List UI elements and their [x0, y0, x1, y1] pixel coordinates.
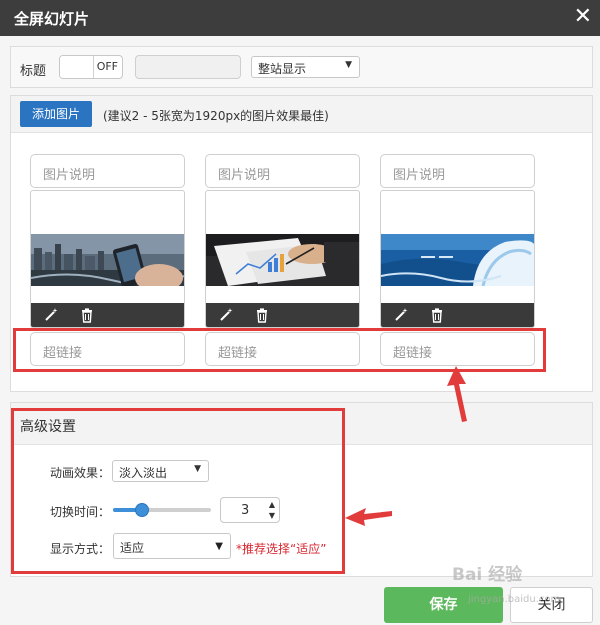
- image-card-toolbar: [206, 303, 359, 327]
- display-scope-value: 整站显示: [258, 62, 307, 76]
- close-icon[interactable]: ✕: [574, 4, 592, 30]
- dialog-title: 全屏幻灯片: [14, 10, 90, 28]
- caption-input-1[interactable]: 图片说明: [30, 154, 185, 188]
- trash-icon[interactable]: [79, 307, 95, 323]
- image-card-toolbar: [381, 303, 534, 327]
- caption-input-2[interactable]: 图片说明: [205, 154, 360, 188]
- close-button[interactable]: 关闭: [510, 587, 593, 623]
- title-settings-row: 标题 OFF 整站显示 ▼: [10, 46, 593, 88]
- trash-icon[interactable]: [254, 307, 270, 323]
- caption-placeholder: 图片说明: [43, 168, 96, 183]
- highlight-box-advanced: [11, 408, 345, 574]
- image-thumbnail-documents[interactable]: [206, 234, 359, 286]
- highlight-box-links: [13, 328, 546, 372]
- image-card-2: [205, 190, 360, 328]
- add-image-button[interactable]: 添加图片: [20, 101, 92, 127]
- toggle-knob: [60, 56, 94, 78]
- magic-wand-icon[interactable]: [43, 307, 59, 323]
- dialog-titlebar: 全屏幻灯片 ✕: [0, 0, 600, 36]
- save-button[interactable]: 保存: [384, 587, 503, 623]
- title-label: 标题: [20, 64, 47, 79]
- caption-placeholder: 图片说明: [393, 168, 446, 183]
- title-toggle[interactable]: OFF: [59, 55, 123, 79]
- chevron-down-icon: ▼: [345, 60, 352, 70]
- image-card-1: [30, 190, 185, 328]
- image-thumbnail-city[interactable]: [31, 234, 184, 286]
- magic-wand-icon[interactable]: [393, 307, 409, 323]
- image-hint: (建议2 - 5张宽为1920px的图片效果最佳): [103, 109, 329, 123]
- toggle-state-text: OFF: [96, 60, 118, 73]
- display-scope-select[interactable]: 整站显示 ▼: [251, 56, 360, 78]
- image-card-toolbar: [31, 303, 184, 327]
- magic-wand-icon[interactable]: [218, 307, 234, 323]
- image-card-3: [380, 190, 535, 328]
- caption-input-3[interactable]: 图片说明: [380, 154, 535, 188]
- images-panel-header: 添加图片 (建议2 - 5张宽为1920px的图片效果最佳): [11, 96, 592, 133]
- title-text-input[interactable]: [135, 55, 241, 79]
- trash-icon[interactable]: [429, 307, 445, 323]
- image-thumbnail-wave[interactable]: [381, 234, 534, 286]
- caption-placeholder: 图片说明: [218, 168, 271, 183]
